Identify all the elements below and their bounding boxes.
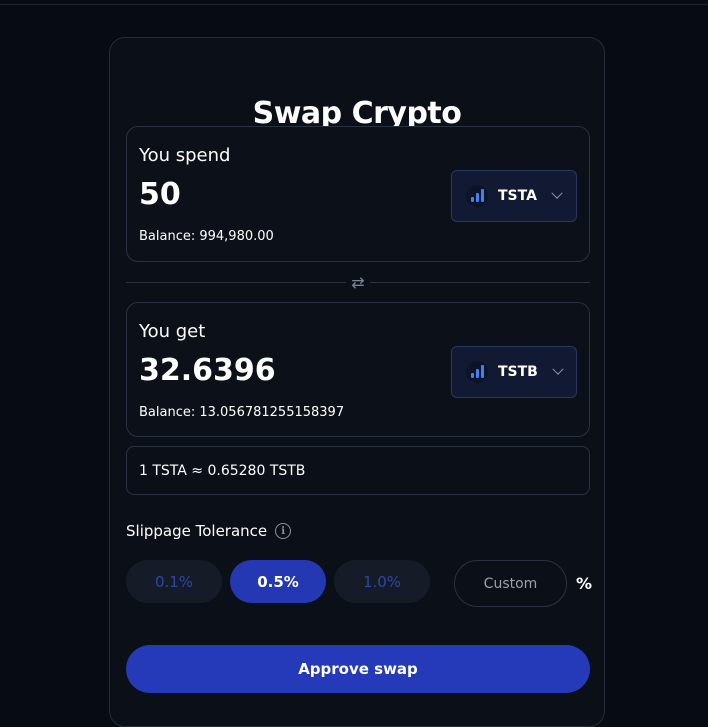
percent-sign: %	[576, 574, 593, 593]
approve-swap-button[interactable]: Approve swap	[126, 645, 590, 693]
spend-label: You spend	[139, 145, 231, 166]
slippage-option-1-0[interactable]: 1.0%	[334, 560, 430, 603]
spend-token-select[interactable]: TSTA	[451, 170, 577, 222]
get-token-select[interactable]: TSTB	[451, 346, 577, 398]
spend-token-name: TSTA	[498, 188, 537, 204]
get-panel: You get 32.6396 Balance: 13.056781255158…	[126, 302, 590, 437]
spend-balance: Balance: 994,980.00	[139, 229, 274, 244]
slippage-option-0-1[interactable]: 0.1%	[126, 560, 222, 603]
swap-card: Swap Crypto You spend 50 Balance: 994,98…	[109, 37, 605, 727]
info-icon[interactable]: i	[275, 523, 292, 539]
spend-panel: You spend 50 Balance: 994,980.00 TSTA	[126, 126, 590, 262]
get-label: You get	[139, 321, 206, 342]
exchange-rate: 1 TSTA ≈ 0.65280 TSTB	[126, 446, 590, 495]
get-token-name: TSTB	[498, 364, 538, 380]
token-logo-icon	[466, 361, 488, 383]
spend-amount-input[interactable]: 50	[139, 177, 181, 212]
token-logo-icon	[466, 185, 488, 207]
slippage-option-0-5[interactable]: 0.5%	[230, 560, 326, 603]
get-balance: Balance: 13.056781255158397	[139, 405, 345, 420]
custom-slippage-input[interactable]	[454, 560, 567, 607]
get-amount: 32.6396	[139, 353, 276, 388]
slippage-label-text: Slippage Tolerance	[126, 522, 268, 540]
chevron-down-icon	[551, 187, 563, 199]
chevron-down-icon	[552, 363, 564, 375]
slippage-tolerance-label: Slippage Tolerance i	[126, 522, 292, 540]
top-divider	[0, 4, 708, 5]
swap-arrows-icon[interactable]: ⇄	[346, 272, 370, 292]
